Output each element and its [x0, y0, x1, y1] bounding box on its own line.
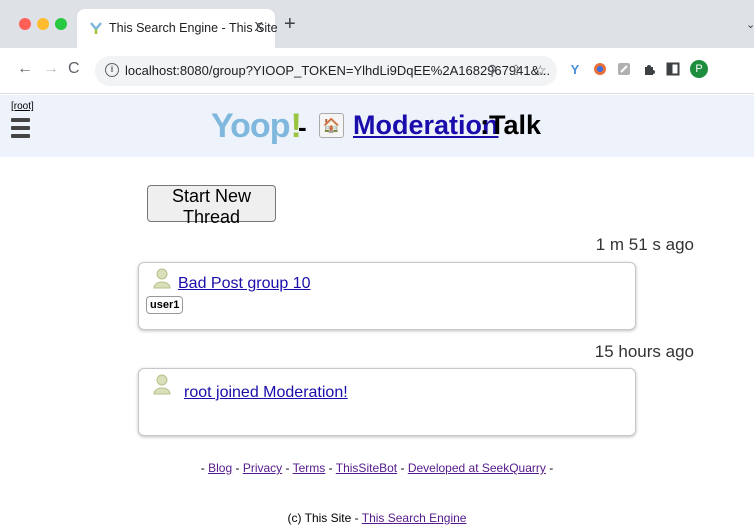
seekquarry-link[interactable]: Developed at SeekQuarry — [408, 461, 546, 475]
logo-text: Yoop — [211, 106, 290, 145]
start-new-thread-button[interactable]: Start New Thread — [147, 185, 276, 227]
header-separator: - — [298, 112, 307, 142]
username-badge[interactable]: user1 — [146, 296, 184, 314]
profile-avatar-icon[interactable]: P — [690, 60, 708, 78]
thread-title-link[interactable]: Bad Post group 10 — [178, 275, 311, 293]
footer-separator: - — [200, 461, 205, 475]
privacy-link[interactable]: Privacy — [243, 461, 282, 475]
forward-arrow-icon[interactable]: → — [43, 60, 59, 78]
browser-toolbar: ← → C i localhost:8080/group?YIOOP_TOKEN… — [0, 48, 754, 94]
yioop-favicon-icon — [90, 22, 102, 34]
user-avatar-icon[interactable] — [151, 373, 173, 395]
new-tab-button[interactable]: + — [284, 14, 296, 34]
user-avatar-icon[interactable] — [151, 267, 173, 289]
thread-card: root joined Moderation! — [138, 368, 636, 436]
copyright-text: (c) This Site - — [287, 511, 359, 525]
terms-link[interactable]: Terms — [293, 461, 326, 475]
address-bar[interactable]: i localhost:8080/group?YIOOP_TOKEN=YlhdL… — [95, 56, 557, 86]
side-panel-icon[interactable] — [665, 61, 681, 77]
thread-title-link[interactable]: root joined Moderation! — [184, 384, 348, 402]
browser-tab[interactable]: This Search Engine - This Site X — [77, 9, 278, 48]
minimize-window-button[interactable] — [37, 18, 49, 30]
footer-separator: - — [285, 461, 290, 475]
site-info-icon[interactable]: i — [105, 63, 119, 77]
colorful-extension-icon[interactable] — [592, 61, 608, 77]
share-icon[interactable]: ⇧ — [510, 62, 522, 79]
footer-separator: - — [400, 461, 405, 475]
puzzle-extensions-icon[interactable] — [641, 61, 657, 77]
tab-search-chevron-icon[interactable]: ⌄ — [746, 18, 754, 31]
bot-link[interactable]: ThisSiteBot — [336, 461, 397, 475]
footer-separator: - — [549, 461, 554, 475]
thread-time: 1 m 51 s ago — [595, 235, 694, 254]
footer-separator: - — [235, 461, 240, 475]
close-window-button[interactable] — [19, 18, 31, 30]
blog-link[interactable]: Blog — [208, 461, 232, 475]
menu-hamburger-icon[interactable] — [11, 118, 30, 142]
yioop-extension-icon[interactable]: Y — [567, 61, 583, 77]
tab-close-icon[interactable]: X — [254, 19, 263, 34]
search-engine-link[interactable]: This Search Engine — [362, 511, 467, 525]
yioop-logo[interactable]: Yoop ! — [211, 107, 302, 145]
page-title-suffix: :Talk — [480, 110, 542, 140]
footer-links: - Blog - Privacy - Terms - ThisSiteBot -… — [0, 461, 754, 475]
bookmark-star-icon[interactable]: ☆ — [534, 62, 547, 79]
root-user-link[interactable]: [root] — [11, 101, 34, 112]
thread-card: user1 Bad Post group 10 — [138, 262, 636, 330]
back-arrow-icon[interactable]: ← — [17, 60, 33, 78]
group-name-link[interactable]: Moderation — [353, 110, 499, 141]
tab-title: This Search Engine - This Site — [109, 21, 278, 35]
grey-extension-icon[interactable] — [616, 61, 632, 77]
browser-tab-strip: This Search Engine - This Site X + ⌄ — [0, 0, 754, 48]
footer-copyright: (c) This Site - This Search Engine — [0, 511, 754, 525]
thread-time: 15 hours ago — [594, 342, 694, 361]
home-house-icon[interactable]: 🏠 — [319, 113, 344, 138]
zoom-icon[interactable]: ⚲ — [487, 62, 497, 79]
footer-separator: - — [328, 461, 333, 475]
reload-icon[interactable]: C — [68, 60, 80, 78]
maximize-window-button[interactable] — [55, 18, 67, 30]
